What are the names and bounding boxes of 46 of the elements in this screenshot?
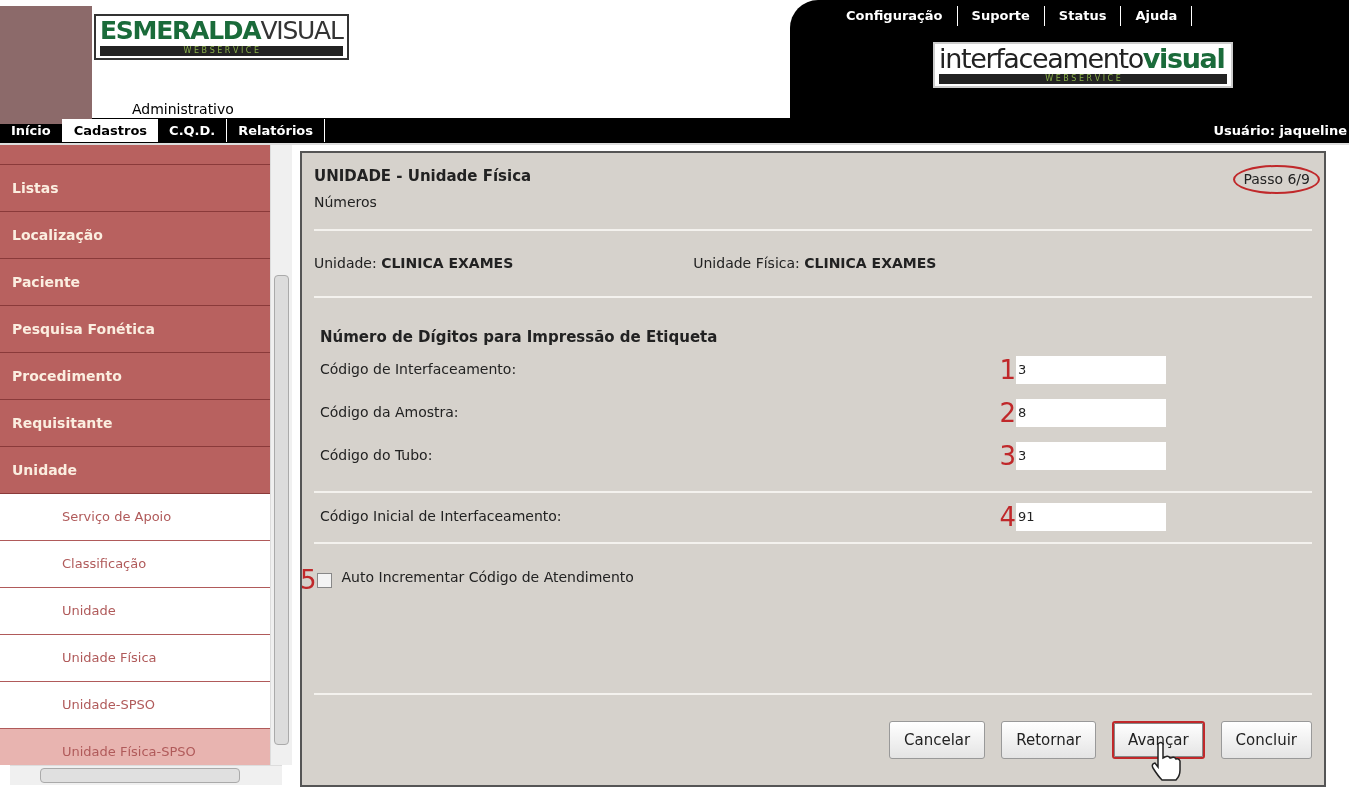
nav-tab[interactable]: Início (0, 119, 63, 142)
checkbox[interactable] (316, 572, 332, 588)
top-link[interactable]: Ajuda (1121, 6, 1193, 26)
top-link[interactable]: Status (1044, 6, 1122, 26)
input-field[interactable]: 3 (1016, 441, 1166, 470)
info-text: Unidade: CLINICA EXAMES (314, 253, 514, 273)
nav-tab[interactable]: Relatórios (227, 119, 326, 142)
input-field[interactable]: 3 (1016, 355, 1166, 384)
action-button[interactable]: Concluir (1220, 721, 1312, 759)
logo: ESMERALDAVISUAL W E B S E R V I C E (94, 14, 349, 60)
annotation-number: 3 (999, 441, 1016, 470)
top-link[interactable]: Suporte (957, 6, 1045, 26)
sidebar-item[interactable]: Requisitante (0, 400, 270, 447)
checkbox-label: Auto Incrementar Código de Atendimento (341, 567, 634, 587)
sidebar-item[interactable]: Procedimento (0, 353, 270, 400)
step-indicator: Passo 6/9 (1233, 165, 1320, 194)
action-button[interactable]: Cancelar (889, 721, 986, 759)
user-label: Usuário: jaqueline (1213, 121, 1348, 140)
input-field[interactable]: 8 (1016, 398, 1166, 427)
sidebar-item[interactable]: Unidade (0, 447, 270, 494)
annotation-number: 2 (999, 398, 1016, 427)
section-title: Número de Dígitos para Impressão de Etiqueta (320, 326, 719, 348)
annotation-number: 1 (999, 355, 1016, 384)
field-label: Código de Interfaceamento: (320, 360, 517, 379)
module-label: Administrativo (132, 101, 234, 117)
info-text: Unidade Física: CLINICA EXAMES (693, 253, 937, 273)
panel-subtitle: Números (314, 192, 378, 212)
action-button[interactable]: Retornar (1001, 721, 1096, 759)
panel-title: UNIDADE - Unidade Física (314, 166, 532, 187)
horizontal-scrollbar[interactable] (10, 765, 282, 785)
sidebar-item[interactable]: Listas (0, 165, 270, 212)
sidebar-item[interactable]: Paciente (0, 259, 270, 306)
top-link[interactable]: Configuração (832, 6, 958, 26)
field-label: Código do Tubo: (320, 446, 433, 465)
annotation-number: 5 (300, 566, 317, 594)
nav-tab[interactable]: C.Q.D. (158, 119, 228, 142)
input-field[interactable]: 91 (1016, 502, 1166, 531)
field-label: Código da Amostra: (320, 403, 459, 422)
action-button[interactable]: Avançar (1112, 721, 1205, 759)
nav-tab[interactable]: Cadastros (62, 119, 159, 142)
field-label: Código Inicial de Interfaceamento: (320, 507, 562, 526)
annotation-number: 4 (999, 502, 1016, 531)
sidebar-item[interactable]: Localização (0, 212, 270, 259)
sidebar-item[interactable]: Pesquisa Fonética (0, 306, 270, 353)
vertical-scrollbar[interactable] (270, 145, 292, 765)
logo: interfaceamentovisual W E B S E R V I C E (933, 42, 1233, 88)
